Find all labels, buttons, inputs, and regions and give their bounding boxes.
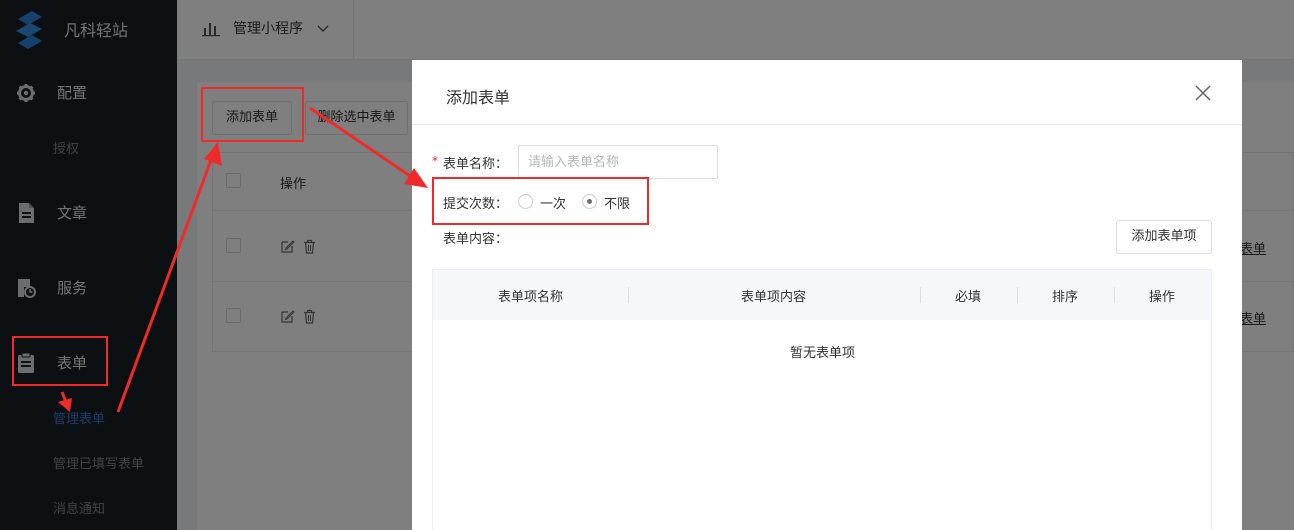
form-name-input[interactable] [518, 145, 718, 179]
column-divider [628, 287, 629, 303]
form-name-label: 表单名称： [443, 157, 509, 172]
column-header-item-name: 表单项名称 [498, 290, 564, 305]
close-icon[interactable] [1192, 82, 1214, 104]
form-items-table: 表单项名称 表单项内容 必填 排序 操作 暂无表单项 [432, 269, 1212, 530]
column-divider [920, 287, 921, 303]
add-form-item-button[interactable]: 添加表单项 [1116, 220, 1212, 254]
empty-state-text: 暂无表单项 [790, 346, 856, 361]
required-asterisk: * [432, 154, 438, 168]
column-header-actions: 操作 [1149, 290, 1176, 305]
table-header: 表单项名称 表单项内容 必填 排序 操作 [433, 270, 1211, 320]
column-header-item-content: 表单项内容 [741, 290, 807, 305]
dialog-divider [412, 124, 1242, 125]
dialog-title: 添加表单 [446, 88, 511, 107]
column-divider [1114, 287, 1115, 303]
annotation-box-add-form [201, 87, 304, 142]
form-content-label: 表单内容： [443, 232, 509, 247]
annotation-box-submit-count [432, 177, 649, 225]
add-form-dialog: 添加表单 * 表单名称： 提交次数： 一次 不限 表单内容： 添加表单项 表单项… [412, 60, 1242, 530]
annotation-box-forms-menu [12, 336, 108, 386]
column-header-order: 排序 [1052, 290, 1079, 305]
column-divider [1017, 287, 1018, 303]
column-header-required: 必填 [955, 290, 982, 305]
